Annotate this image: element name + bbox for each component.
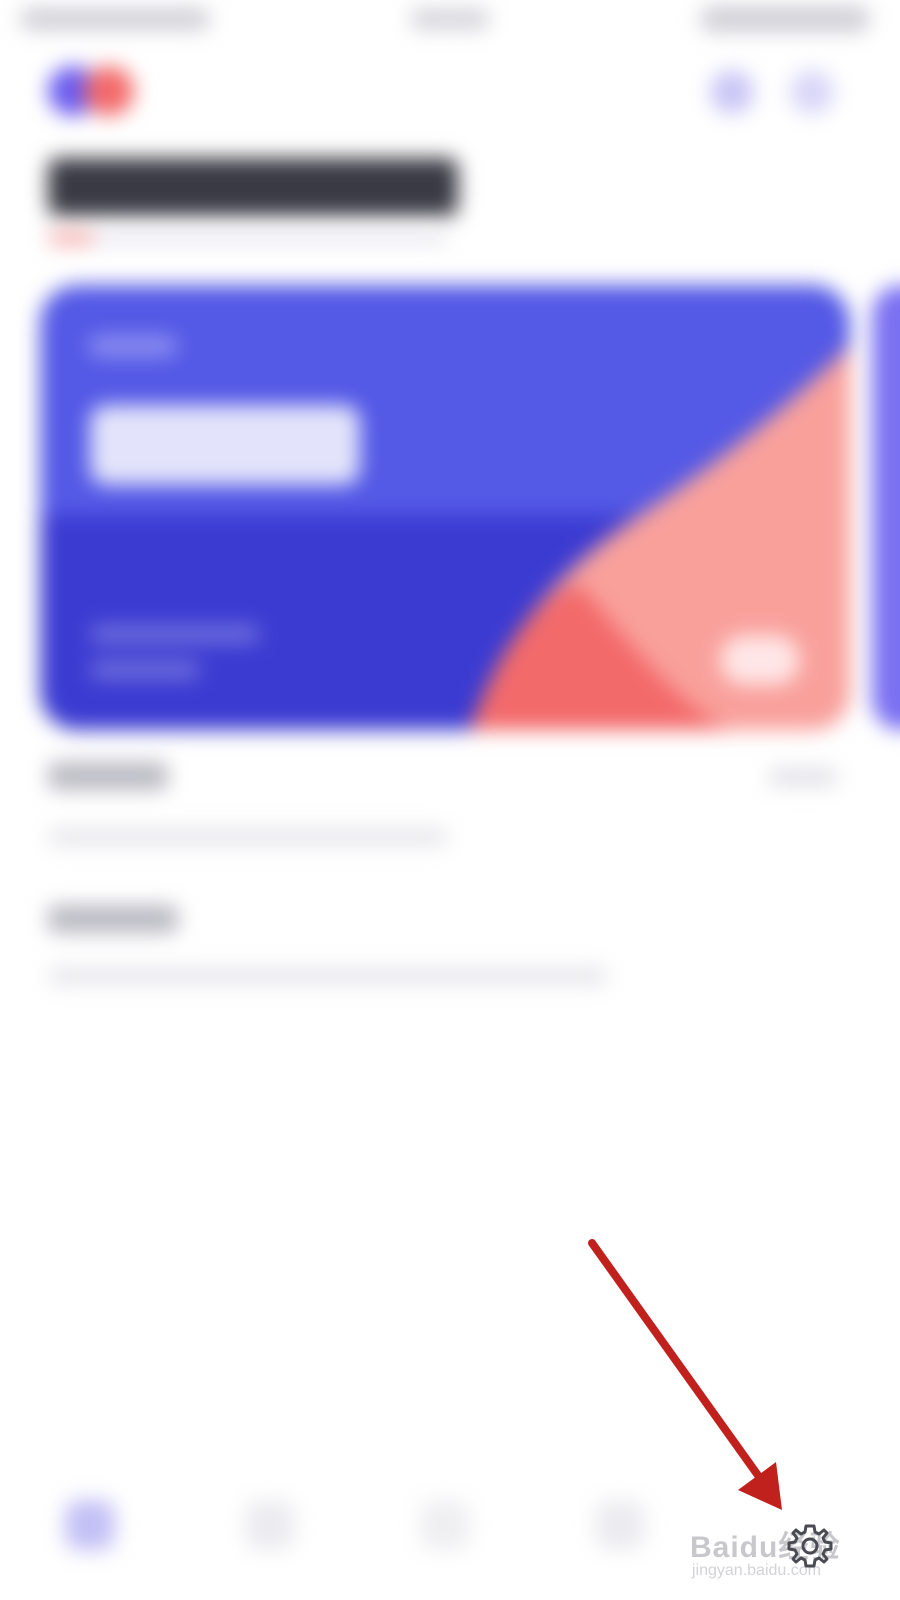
section-1-title [48, 762, 168, 790]
subtitle-badge [48, 232, 94, 244]
app-logo [48, 66, 138, 116]
balance-card[interactable] [40, 285, 850, 730]
next-card-peek[interactable] [872, 285, 900, 730]
card-amount-value [90, 405, 360, 485]
card-label [88, 335, 178, 357]
section-2-desc [48, 967, 608, 985]
baidu-watermark: Baidu经验 jingyan.baidu.com [690, 1522, 870, 1582]
status-bar [0, 0, 900, 44]
section-1-link[interactable] [768, 768, 838, 786]
tab-3-icon[interactable] [420, 1500, 470, 1550]
scan-icon[interactable] [710, 70, 754, 114]
status-time [20, 8, 210, 30]
tab-4-icon[interactable] [595, 1500, 645, 1550]
section-2-title [48, 905, 178, 933]
card-amount [90, 405, 360, 485]
header-actions [710, 70, 840, 114]
settings-icon[interactable] [786, 1522, 834, 1570]
section-1-desc [48, 828, 448, 846]
logo-circle-coral [84, 66, 134, 116]
card-detail-line-1 [90, 625, 260, 643]
tab-home-icon[interactable] [65, 1500, 115, 1550]
tab-2-icon[interactable] [245, 1500, 295, 1550]
card-details [90, 625, 270, 695]
page-title [48, 158, 458, 216]
status-notch [410, 8, 490, 30]
page-subtitle [48, 232, 448, 244]
card-action-button[interactable] [720, 635, 800, 685]
section-1[interactable] [48, 762, 848, 852]
more-icon[interactable] [790, 70, 834, 114]
status-indicators [700, 6, 870, 32]
card-detail-line-2 [90, 661, 200, 679]
section-2[interactable] [48, 905, 848, 995]
